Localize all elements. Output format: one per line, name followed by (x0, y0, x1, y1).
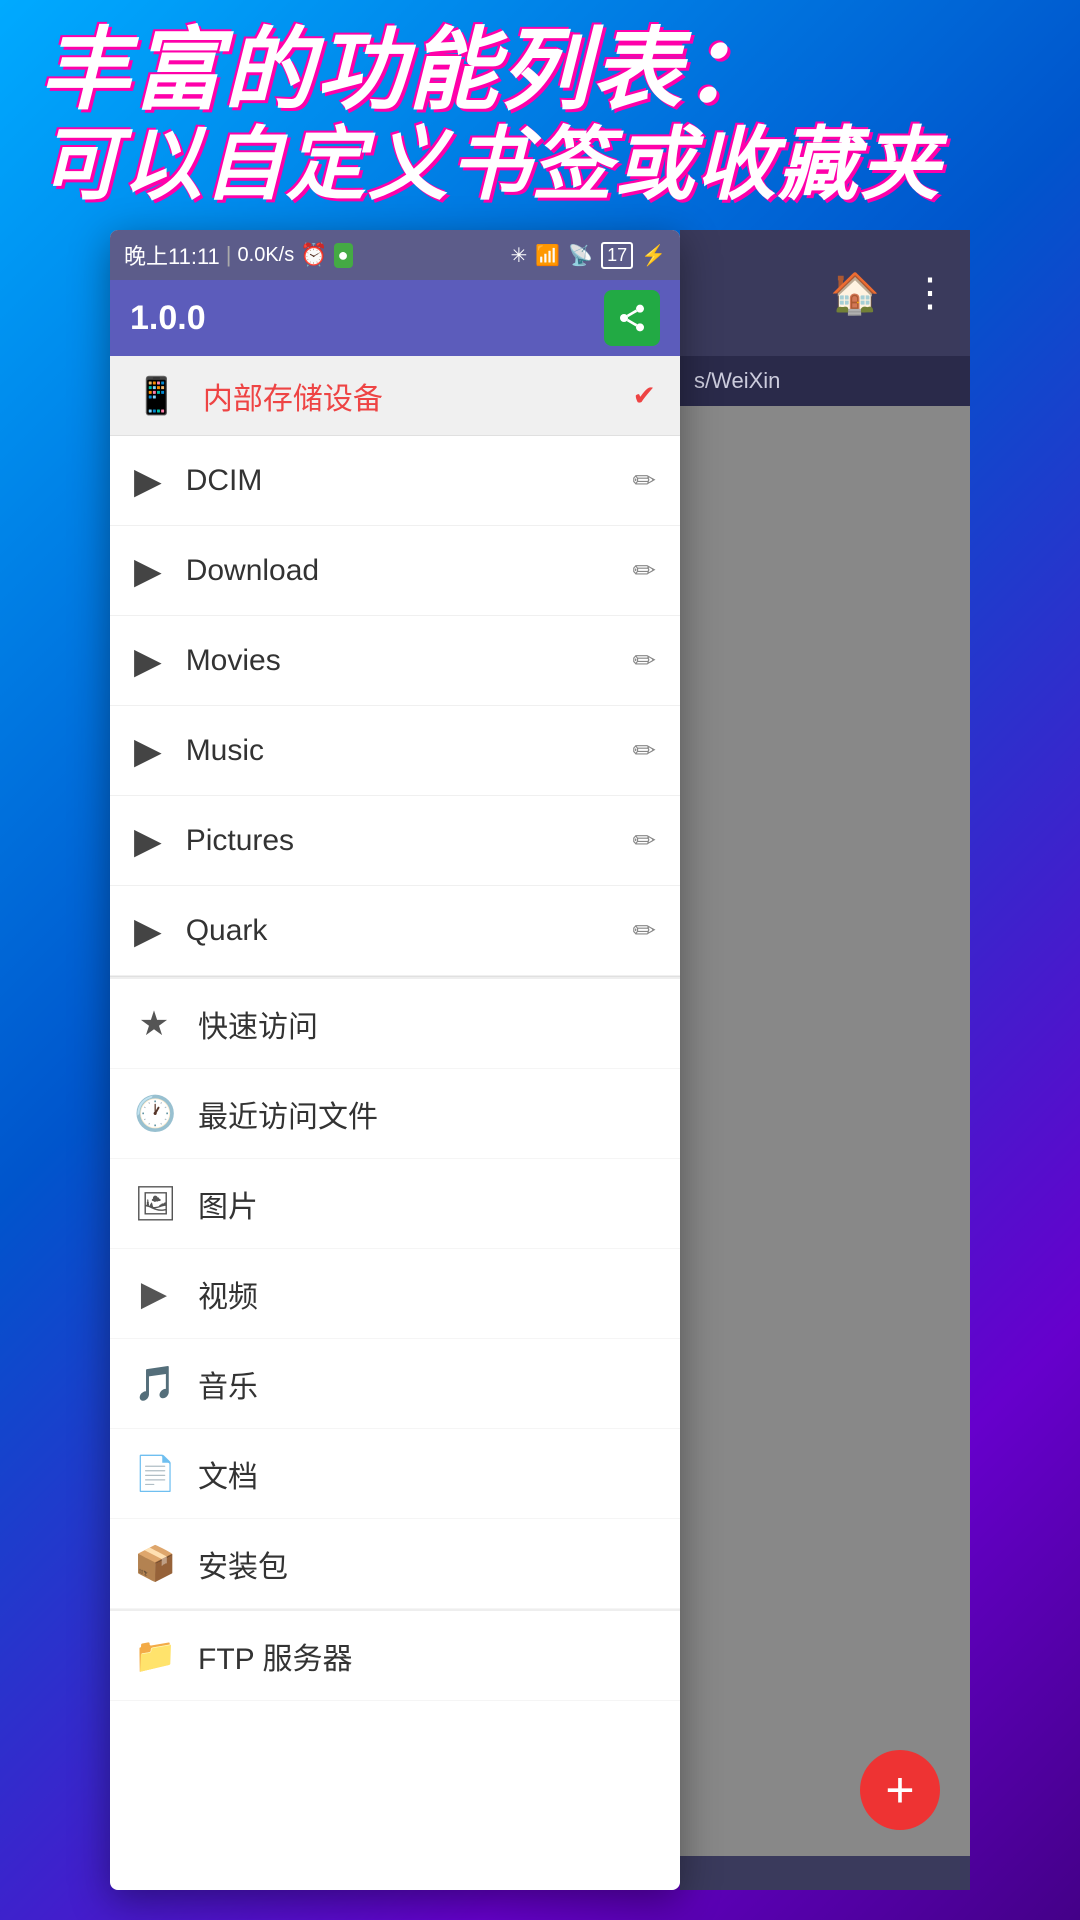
nav-item-ftp[interactable]: 📁 FTP 服务器 (110, 1611, 680, 1701)
status-icons: ✳ 📶 📡 17 ⚡ (510, 242, 666, 269)
promo-area: 丰富的功能列表： 可以自定义书签或收藏夹 (0, 0, 1080, 230)
image-icon: 🖼 (134, 1184, 174, 1224)
document-icon: 📄 (134, 1454, 174, 1494)
folder-name-movies: Movies (186, 644, 633, 678)
app-header: 1.0.0 (110, 280, 680, 356)
promo-line1: 丰富的功能列表： (40, 22, 776, 121)
address-text: s/WeiXin (694, 368, 780, 394)
nav-label-apk: 安装包 (198, 1542, 288, 1586)
phone-icon: 📱 (134, 375, 179, 417)
nav-item-music[interactable]: 🎵 音乐 (110, 1339, 680, 1429)
folder-item-movies[interactable]: ▶ Movies ✏ (110, 616, 680, 706)
storage-item[interactable]: 📱 内部存储设备 ✔ (110, 356, 680, 436)
nav-item-apk[interactable]: 📦 安装包 (110, 1519, 680, 1609)
notification-icon: ● (334, 243, 353, 268)
folder-section: ▶ DCIM ✏ ▶ Download ✏ ▶ Movies ✏ ▶ Music… (110, 436, 680, 977)
folder-name-pictures: Pictures (186, 824, 633, 858)
nav-item-pictures[interactable]: 🖼 图片 (110, 1159, 680, 1249)
edit-icon-download[interactable]: ✏ (633, 554, 656, 587)
nav-label-music: 音乐 (198, 1362, 258, 1406)
app-version: 1.0.0 (130, 299, 604, 338)
app-mockup: 晚上11:11 | 0.0K/s ⏰ ● ✳ 📶 📡 17 ⚡ 1.0.0 (110, 230, 680, 1890)
fab-plus-icon: + (885, 1765, 914, 1815)
check-icon: ✔ (633, 379, 656, 412)
signal-icon: 📶 (535, 243, 560, 268)
storage-label: 内部存储设备 (203, 374, 633, 418)
music-icon: 🎵 (134, 1364, 174, 1404)
folder-item-pictures[interactable]: ▶ Pictures ✏ (110, 796, 680, 886)
folder-item-download[interactable]: ▶ Download ✏ (110, 526, 680, 616)
edit-icon-dcim[interactable]: ✏ (633, 464, 656, 497)
nav-label-ftp: FTP 服务器 (198, 1634, 352, 1678)
nav-label-quickaccess: 快速访问 (198, 1002, 318, 1046)
right-content (680, 406, 970, 1856)
nav-label-videos: 视频 (198, 1272, 258, 1316)
alarm-icon: ⏰ (300, 242, 327, 268)
nav-item-quickaccess[interactable]: ★ 快速访问 (110, 979, 680, 1069)
share-icon (616, 302, 648, 334)
fab-button[interactable]: + (860, 1750, 940, 1830)
edit-icon-movies[interactable]: ✏ (633, 644, 656, 677)
ftp-icon: 📁 (134, 1636, 174, 1676)
bluetooth-icon: ✳ (510, 243, 527, 268)
more-icon[interactable]: ⋮ (910, 270, 950, 316)
star-icon: ★ (134, 1004, 174, 1044)
status-bar: 晚上11:11 | 0.0K/s ⏰ ● ✳ 📶 📡 17 ⚡ (110, 230, 680, 280)
folder-item-music[interactable]: ▶ Music ✏ (110, 706, 680, 796)
home-icon[interactable]: 🏠 (830, 270, 880, 317)
address-bar: s/WeiXin (680, 356, 970, 406)
status-time: 晚上11:11 (124, 239, 220, 271)
folder-icon: ▶ (134, 640, 162, 682)
folder-item-dcim[interactable]: ▶ DCIM ✏ (110, 436, 680, 526)
nav-label-documents: 文档 (198, 1452, 258, 1496)
wifi-icon: 📡 (568, 243, 593, 268)
folder-icon: ▶ (134, 730, 162, 772)
folder-icon: ▶ (134, 460, 162, 502)
nav-item-recent[interactable]: 🕐 最近访问文件 (110, 1069, 680, 1159)
nav-label-recent: 最近访问文件 (198, 1092, 378, 1136)
package-icon: 📦 (134, 1544, 174, 1584)
status-separator: | (226, 242, 232, 268)
edit-icon-quark[interactable]: ✏ (633, 914, 656, 947)
folder-item-quark[interactable]: ▶ Quark ✏ (110, 886, 680, 976)
charge-icon: ⚡ (641, 243, 666, 268)
battery-icon: 17 (601, 242, 633, 269)
promo-line2: 可以自定义书签或收藏夹 (40, 121, 942, 209)
edit-icon-music[interactable]: ✏ (633, 734, 656, 767)
folder-name-dcim: DCIM (186, 464, 633, 498)
folder-name-quark: Quark (186, 914, 633, 948)
share-button[interactable] (604, 290, 660, 346)
nav-item-documents[interactable]: 📄 文档 (110, 1429, 680, 1519)
right-header: 🏠 ⋮ (680, 230, 970, 356)
status-speed: 0.0K/s (238, 244, 295, 267)
folder-icon: ▶ (134, 910, 162, 952)
video-icon: ▶ (134, 1274, 174, 1314)
folder-name-download: Download (186, 554, 633, 588)
sidebar: 📱 内部存储设备 ✔ ▶ DCIM ✏ ▶ Download ✏ ▶ Movie… (110, 356, 680, 1701)
nav-item-videos[interactable]: ▶ 视频 (110, 1249, 680, 1339)
history-icon: 🕐 (134, 1094, 174, 1134)
edit-icon-pictures[interactable]: ✏ (633, 824, 656, 857)
folder-icon: ▶ (134, 820, 162, 862)
nav-label-pictures: 图片 (198, 1182, 258, 1226)
right-panel: 🏠 ⋮ s/WeiXin + (680, 230, 970, 1890)
folder-name-music: Music (186, 734, 633, 768)
folder-icon: ▶ (134, 550, 162, 592)
